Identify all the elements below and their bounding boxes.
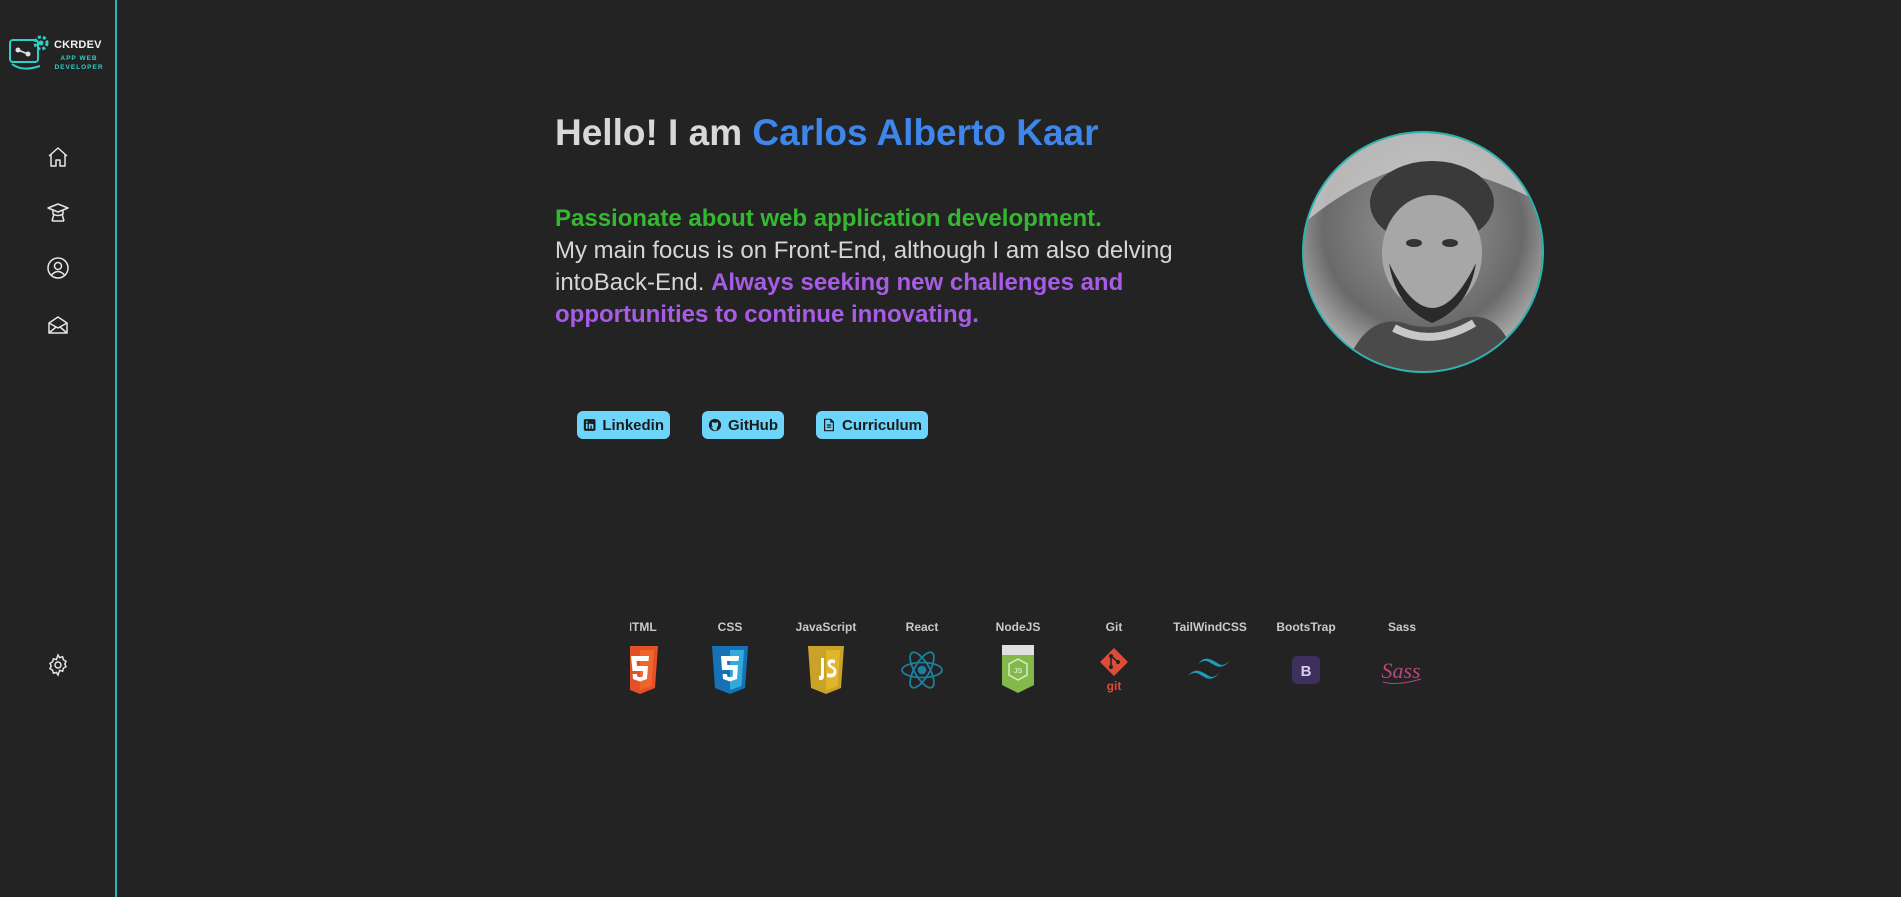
git-icon: git — [1100, 648, 1128, 693]
curriculum-button[interactable]: Curriculum — [816, 411, 928, 439]
hero-greeting: Hello! I am Carlos Alberto Kaar — [555, 112, 1099, 154]
linkedin-button[interactable]: Linkedin — [577, 411, 670, 439]
monitor-gear-icon — [9, 35, 49, 70]
tech-label-html: HTML — [630, 620, 657, 634]
svg-text:Sass: Sass — [1381, 658, 1420, 683]
tech-label-javascript: JavaScript — [795, 620, 857, 634]
tech-label-sass: Sass — [1387, 620, 1417, 634]
tech-label-css: CSS — [717, 620, 743, 634]
home-icon — [48, 147, 68, 167]
curriculum-label: Curriculum — [841, 416, 922, 434]
hero-name: Carlos Alberto Kaar — [752, 112, 1099, 153]
github-button[interactable]: GitHub — [702, 411, 784, 439]
tech-item-tailwind: TailWindCSS — [1162, 620, 1258, 696]
nav-education[interactable] — [44, 198, 72, 226]
graduation-cap-icon — [47, 203, 69, 222]
brand-subtitle: APP WEB DEVELOPER — [54, 55, 104, 71]
hero-tagline: Passionate about web application develop… — [555, 205, 1102, 232]
tech-item-bootstrap: BootsTrap B — [1258, 620, 1354, 696]
linkedin-icon — [583, 419, 596, 431]
user-icon — [47, 257, 69, 279]
document-icon — [824, 418, 834, 432]
tech-item-nodejs: NodeJS JS — [970, 620, 1066, 696]
tailwind-icon — [1188, 658, 1230, 679]
brand-logo[interactable]: CKRDEV APP WEB DEVELOPER — [8, 32, 112, 78]
portrait-image — [1304, 133, 1542, 371]
brand-title: CKRDEV — [54, 39, 102, 51]
nav-contact[interactable] — [44, 311, 72, 339]
greeting-text: Hello! I am — [555, 112, 753, 153]
react-icon — [901, 651, 943, 689]
bootstrap-icon: B — [1292, 656, 1320, 684]
tech-label-tailwind: TailWindCSS — [1173, 620, 1247, 634]
tech-label-bootstrap: BootsTrap — [1276, 620, 1336, 634]
javascript-icon — [808, 646, 844, 694]
nav-about[interactable] — [44, 254, 72, 282]
css3-icon — [712, 646, 748, 694]
tech-item-react: React — [874, 620, 970, 696]
github-icon — [708, 418, 722, 432]
gear-icon — [49, 653, 67, 677]
tech-item-javascript: JavaScript — [778, 620, 874, 696]
tech-carousel: HTML CSS JavaScript — [630, 620, 1430, 700]
tech-item-sass: Sass Sass — [1354, 620, 1430, 696]
github-label: GitHub — [728, 416, 778, 434]
svg-text:git: git — [1107, 679, 1122, 693]
tech-item-git: Git git — [1066, 620, 1162, 696]
linkedin-label: Linkedin — [602, 416, 664, 434]
mail-icon — [48, 316, 68, 334]
svg-text:JS: JS — [1014, 668, 1023, 675]
sass-icon: Sass — [1381, 658, 1422, 684]
hero-intro: Passionate about web application develop… — [555, 203, 1275, 331]
nav-settings[interactable] — [44, 651, 72, 679]
html5-icon — [630, 646, 658, 694]
tech-label-react: React — [905, 620, 939, 634]
profile-photo — [1302, 131, 1544, 373]
tech-item-html: HTML — [630, 620, 688, 696]
tech-label-git: Git — [1105, 620, 1123, 634]
tech-item-css: CSS — [682, 620, 778, 696]
nodejs-icon: JS — [1002, 645, 1034, 693]
sidebar: CKRDEV APP WEB DEVELOPER — [0, 0, 117, 897]
nav-home[interactable] — [44, 143, 72, 171]
tech-label-nodejs: NodeJS — [995, 620, 1041, 634]
svg-text:B: B — [1301, 663, 1312, 680]
